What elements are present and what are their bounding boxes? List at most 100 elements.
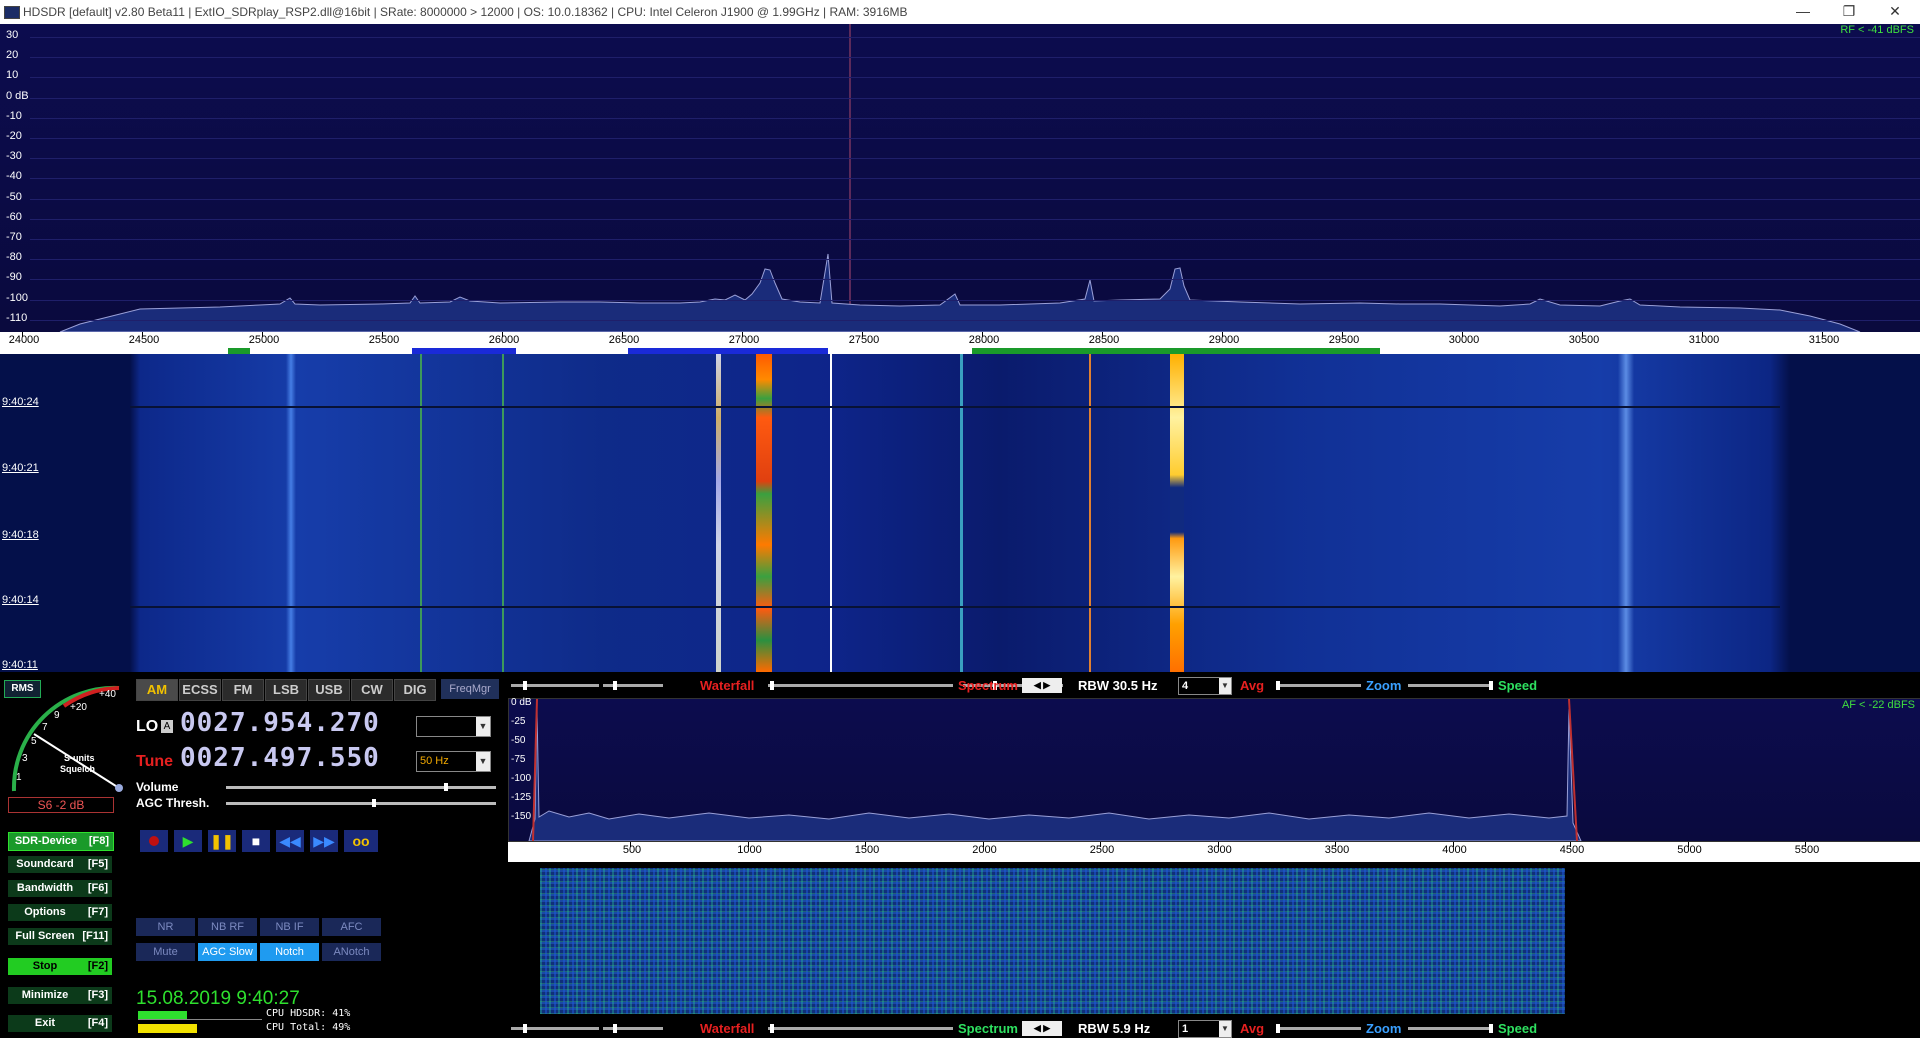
lo-label: LO: [136, 718, 159, 735]
left-button-soundcard[interactable]: Soundcard [F5]: [8, 856, 112, 873]
af-freq-tick-label: 1500: [854, 844, 880, 856]
volume-slider[interactable]: [226, 783, 496, 791]
avg-label: Avg: [1240, 678, 1265, 693]
rms-toggle[interactable]: RMS: [4, 680, 41, 698]
mode-fm[interactable]: FM: [222, 679, 264, 701]
close-window-button[interactable]: ✕: [1872, 0, 1918, 24]
af-frequency-scale[interactable]: 500 1000 1500 2000 2500 3000 3500 4000 4500 5000 5…: [508, 842, 1920, 862]
left-button-label: Stop: [32, 960, 58, 972]
mode-dig[interactable]: DIG: [394, 679, 436, 701]
af-freq-tick-label: 1000: [737, 844, 762, 856]
lo-frequency[interactable]: 0027.954.270: [180, 708, 380, 738]
waterfall-gap: [130, 406, 1780, 408]
slider[interactable]: [863, 1027, 953, 1030]
left-button-exit[interactable]: Exit [F4]: [8, 1015, 112, 1032]
mode-lsb[interactable]: LSB: [265, 679, 307, 701]
slider-thumb[interactable]: [613, 1024, 617, 1033]
fast-forward-button[interactable]: ▶▶: [310, 830, 338, 852]
pause-button[interactable]: ❚❚: [208, 830, 236, 852]
slider[interactable]: [768, 1024, 863, 1033]
left-button-full-screen[interactable]: Full Screen [F11]: [8, 928, 112, 945]
left-button-sdr-device[interactable]: SDR-Device [F8]: [8, 832, 114, 851]
freq-tick-label: 26500: [608, 334, 640, 346]
slider[interactable]: [603, 681, 663, 690]
filter-mute[interactable]: Mute: [136, 943, 195, 961]
waterfall-timestamp: 9:40:21: [2, 462, 39, 474]
slider-thumb[interactable]: [523, 681, 527, 690]
rf-spectrum[interactable]: 30 20 10 0 dB -10 -20 -30 -40 -50 -60 -70 -80 -90 -10…: [0, 24, 1920, 332]
slider-thumb[interactable]: [523, 1024, 527, 1033]
lo-dropdown[interactable]: ▼: [416, 716, 491, 737]
rbw-label: RBW 30.5 Hz: [1078, 678, 1158, 693]
slider[interactable]: [603, 1024, 663, 1033]
mode-usb[interactable]: USB: [308, 679, 350, 701]
tune-frequency[interactable]: 0027.497.550: [180, 743, 380, 773]
slider-thumb[interactable]: [1489, 681, 1493, 690]
af-freq-tick-label: 4500: [1559, 844, 1585, 856]
stop-playback-button[interactable]: ■: [242, 830, 270, 852]
speed-slider[interactable]: [1408, 681, 1493, 690]
rf-waterfall[interactable]: 9:40:24 9:40:21 9:40:18 9:40:14 9:40:11: [0, 354, 1920, 672]
volume-label: Volume: [136, 780, 179, 794]
record-button[interactable]: [140, 830, 168, 852]
zoom-arrows[interactable]: ◀ ▶: [1022, 1021, 1062, 1036]
vfo-badge[interactable]: A: [161, 720, 173, 733]
tune-step-dropdown[interactable]: 50 Hz ▼: [416, 751, 491, 772]
zoom-label: Zoom: [1366, 678, 1402, 693]
restore-window-button[interactable]: ❐: [1826, 0, 1872, 24]
freq-tick-label: 25500: [368, 334, 400, 346]
left-button-label: SDR-Device: [14, 835, 78, 847]
filter-nb-rf[interactable]: NB RF: [198, 918, 257, 936]
left-button-options[interactable]: Options [F7]: [8, 904, 112, 921]
slider-thumb[interactable]: [613, 681, 617, 690]
slider-thumb[interactable]: [770, 1024, 774, 1033]
left-button-minimize[interactable]: Minimize [F3]: [8, 987, 112, 1004]
filter-nr[interactable]: NR: [136, 918, 195, 936]
left-button-bandwidth[interactable]: Bandwidth [F6]: [8, 880, 112, 897]
filter-notch[interactable]: Notch: [260, 943, 319, 961]
af-speed-slider[interactable]: [1408, 1024, 1493, 1033]
slider-thumb[interactable]: [1276, 681, 1280, 690]
rewind-button[interactable]: ◀◀: [276, 830, 304, 852]
chevron-down-icon: ▼: [476, 717, 490, 736]
slider[interactable]: [768, 681, 863, 690]
zoom-slider[interactable]: [1276, 681, 1361, 690]
filter-anotch[interactable]: ANotch: [322, 943, 381, 961]
minimize-window-button[interactable]: —: [1780, 0, 1826, 24]
af-spectrum[interactable]: 0 dB -25 -50 -75 -100 -125 -150 AF < -22 dBFS: [508, 697, 1920, 842]
volume-slider-thumb[interactable]: [444, 783, 449, 791]
slider[interactable]: [511, 1024, 599, 1033]
slider-thumb[interactable]: [1489, 1024, 1493, 1033]
record-icon: [149, 836, 159, 846]
left-button-label: Bandwidth: [16, 882, 74, 894]
grid-line: [30, 57, 1920, 59]
grid-line: [30, 158, 1920, 160]
af-waterfall[interactable]: [508, 864, 1920, 1016]
filter-nb-if[interactable]: NB IF: [260, 918, 319, 936]
squelch-label: Squelch: [60, 764, 95, 774]
zoom-arrows[interactable]: ◀ ▶: [1022, 678, 1062, 693]
waterfall-signal: [502, 354, 504, 672]
play-button[interactable]: ▶: [174, 830, 202, 852]
filter-afc[interactable]: AFC: [322, 918, 381, 936]
loop-button[interactable]: oo: [344, 830, 378, 852]
slider[interactable]: [863, 684, 953, 687]
mode-am[interactable]: AM: [136, 679, 178, 701]
mode-ecss[interactable]: ECSS: [179, 679, 221, 701]
af-zoom-slider[interactable]: [1276, 1024, 1361, 1033]
play-icon: ▶: [182, 833, 194, 849]
mode-cw[interactable]: CW: [351, 679, 393, 701]
af-control-row: Waterfall Spectrum ◀ ▶ RBW 5.9 Hz 1 ▼ Avg…: [508, 1020, 1920, 1038]
slider-thumb[interactable]: [770, 681, 774, 690]
filter-agc-slow[interactable]: AGC Slow: [198, 943, 257, 961]
slider-thumb[interactable]: [1276, 1024, 1280, 1033]
avg-dropdown[interactable]: 4 ▼: [1178, 677, 1232, 695]
left-button-stop[interactable]: Stop [F2]: [8, 958, 112, 975]
slider[interactable]: [511, 681, 599, 690]
agc-threshold-slider-thumb[interactable]: [372, 799, 377, 807]
grid-line: [30, 97, 1920, 99]
pause-icon: ❚❚: [210, 833, 234, 849]
agc-threshold-slider[interactable]: [226, 799, 496, 807]
freqmgr-button[interactable]: FreqMgr: [441, 679, 499, 699]
af-avg-dropdown[interactable]: 1 ▼: [1178, 1020, 1232, 1038]
